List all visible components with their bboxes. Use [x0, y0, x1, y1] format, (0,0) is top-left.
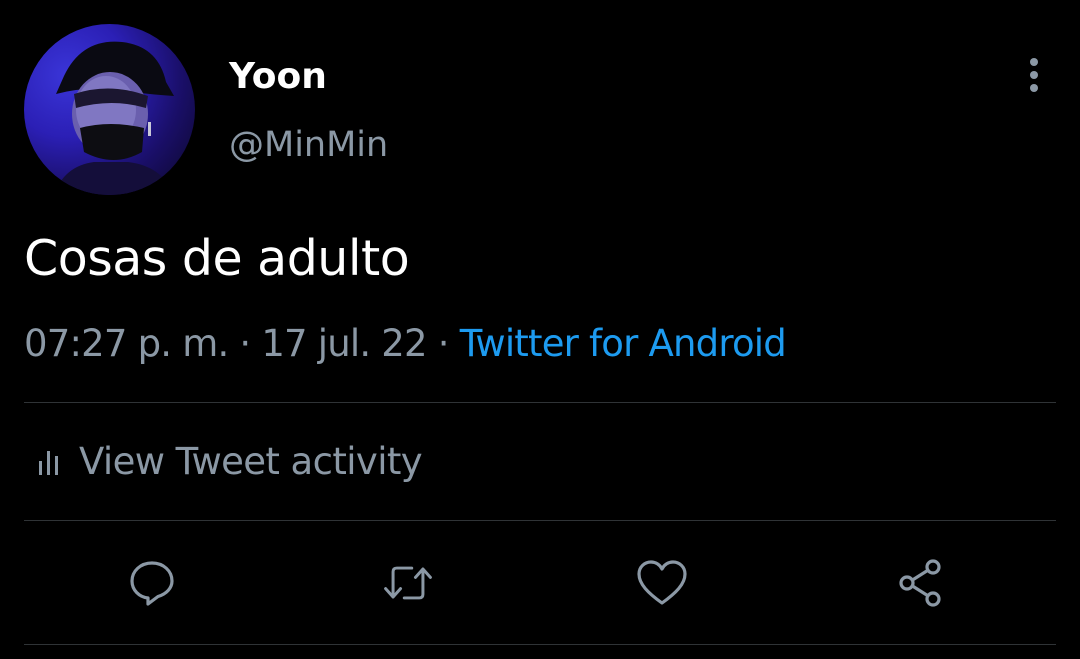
divider	[24, 644, 1056, 645]
tweet-meta: 07:27 p. m. · 17 jul. 22 · Twitter for A…	[24, 320, 787, 368]
retweet-icon	[384, 566, 432, 600]
share-button[interactable]	[893, 555, 949, 611]
retweet-button[interactable]	[380, 555, 436, 611]
like-button[interactable]	[634, 555, 690, 611]
reply-icon	[130, 561, 174, 606]
more-vertical-icon	[1030, 58, 1038, 92]
tweet-time: 07:27 p. m.	[24, 322, 229, 365]
tweet-source-link[interactable]: Twitter for Android	[460, 322, 787, 365]
meta-separator: ·	[437, 322, 450, 365]
author-handle[interactable]: @MinMin	[229, 123, 388, 167]
view-tweet-activity-button[interactable]: View Tweet activity	[36, 438, 423, 486]
divider	[24, 520, 1056, 521]
share-icon	[899, 559, 941, 607]
tweet-date: 17 jul. 22	[261, 322, 427, 365]
reply-button[interactable]	[124, 555, 180, 611]
view-tweet-activity-label: View Tweet activity	[79, 440, 423, 483]
bar-chart-icon	[39, 451, 58, 475]
more-options-button[interactable]	[1016, 55, 1052, 95]
author-display-name[interactable]: Yoon	[229, 55, 327, 99]
meta-separator: ·	[239, 322, 251, 365]
tweet-text: Cosas de adulto	[24, 230, 410, 287]
avatar[interactable]	[24, 24, 195, 195]
profile-photo	[54, 41, 174, 195]
like-icon	[637, 560, 687, 605]
divider	[24, 402, 1056, 403]
